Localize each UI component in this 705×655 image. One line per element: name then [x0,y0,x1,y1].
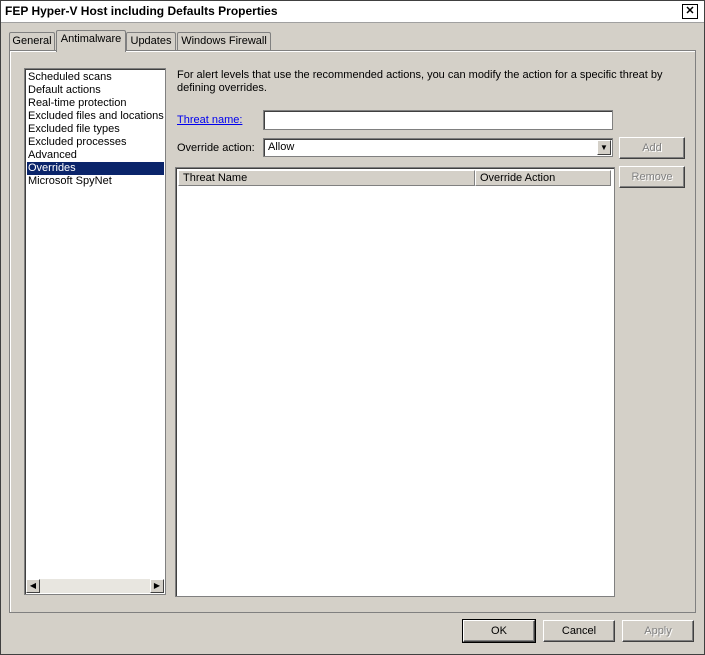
apply-button[interactable]: Apply [622,620,694,642]
override-action-value: Allow [268,141,295,153]
override-action-label: Override action: [177,142,255,154]
overrides-table: Threat Name Override Action [175,167,615,597]
column-header-threat-name[interactable]: Threat Name [178,170,475,186]
tab-updates[interactable]: Updates [126,32,176,51]
horizontal-scrollbar[interactable]: ◀ ▶ [26,579,164,593]
nav-item-excluded-files-locations[interactable]: Excluded files and locations [27,110,164,123]
properties-dialog: FEP Hyper-V Host including Defaults Prop… [0,0,705,655]
close-icon[interactable]: ✕ [682,4,698,19]
tab-general[interactable]: General [9,32,55,51]
overrides-description: For alert levels that use the recommende… [177,69,663,94]
chevron-down-icon[interactable]: ▼ [597,140,611,155]
nav-item-default-actions[interactable]: Default actions [27,84,164,97]
scroll-right-icon[interactable]: ▶ [150,579,164,593]
scroll-left-icon[interactable]: ◀ [26,579,40,593]
threat-name-link[interactable]: Threat name: [177,114,242,126]
column-header-override-action[interactable]: Override Action [475,170,611,186]
title-bar: FEP Hyper-V Host including Defaults Prop… [1,1,704,23]
tab-windows-firewall[interactable]: Windows Firewall [177,32,271,51]
window-title: FEP Hyper-V Host including Defaults Prop… [5,4,278,18]
add-button[interactable]: Add [619,137,685,159]
nav-item-excluded-processes[interactable]: Excluded processes [27,136,164,149]
remove-button[interactable]: Remove [619,166,685,188]
ok-button[interactable]: OK [462,619,536,643]
nav-item-excluded-file-types[interactable]: Excluded file types [27,123,164,136]
nav-item-scheduled-scans[interactable]: Scheduled scans [27,71,164,84]
nav-item-real-time-protection[interactable]: Real-time protection [27,97,164,110]
cancel-button[interactable]: Cancel [543,620,615,642]
threat-name-input[interactable] [263,110,613,130]
nav-item-microsoft-spynet[interactable]: Microsoft SpyNet [27,175,164,188]
settings-nav-list: Scheduled scans Default actions Real-tim… [24,68,166,595]
override-action-select[interactable]: Allow ▼ [263,138,613,157]
tab-antimalware[interactable]: Antimalware [56,30,126,52]
nav-item-advanced[interactable]: Advanced [27,149,164,162]
nav-item-overrides[interactable]: Overrides [27,162,164,175]
